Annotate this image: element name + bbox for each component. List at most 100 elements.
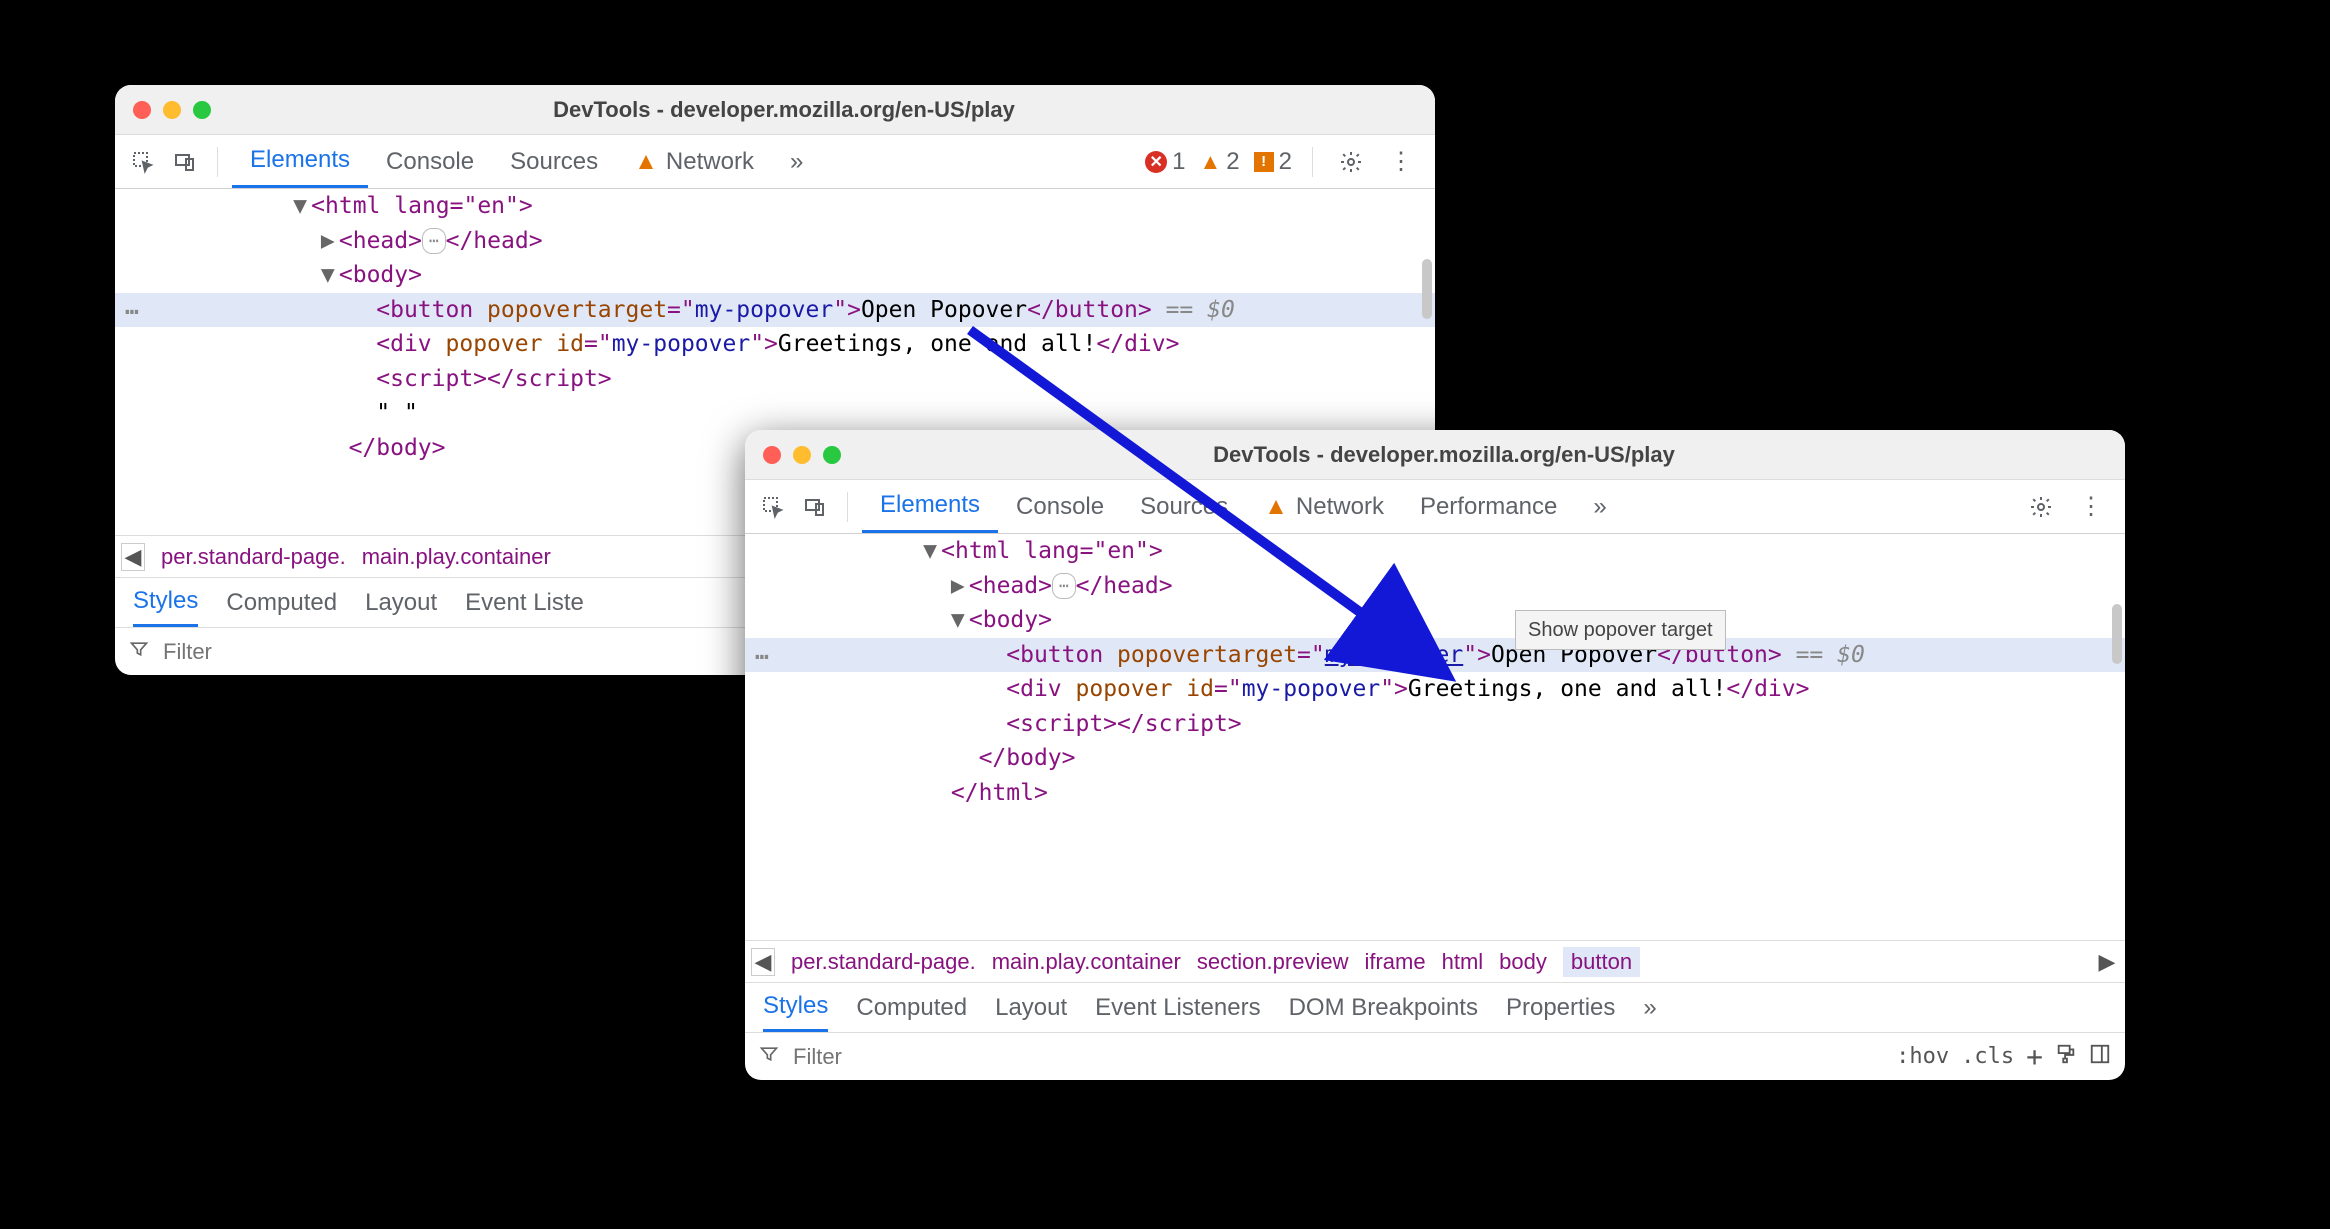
breadcrumb-item[interactable]: per.standard-page. <box>791 949 976 975</box>
breadcrumb-scroll-left[interactable]: ◀ <box>121 543 145 571</box>
filter-input[interactable] <box>791 1043 1884 1071</box>
titlebar[interactable]: DevTools - developer.mozilla.org/en-US/p… <box>745 430 2125 480</box>
styles-tab-bar: Styles Computed Layout Event Listeners D… <box>745 982 2125 1032</box>
minimize-button[interactable] <box>793 446 811 464</box>
head-open-tag[interactable]: <head> <box>339 228 422 254</box>
tab-properties[interactable]: Properties <box>1506 994 1615 1022</box>
html-open-tag[interactable]: <html lang="en"> <box>941 538 1163 564</box>
hov-toggle[interactable]: :hov <box>1896 1044 1949 1069</box>
tab-network[interactable]: ▲ Network <box>1246 480 1402 533</box>
titlebar[interactable]: DevTools - developer.mozilla.org/en-US/p… <box>115 85 1435 135</box>
tab-event-listeners[interactable]: Event Liste <box>465 589 584 617</box>
new-rule-icon[interactable]: + <box>2026 1040 2043 1073</box>
tab-console[interactable]: Console <box>998 480 1122 533</box>
cls-toggle[interactable]: .cls <box>1961 1044 2014 1069</box>
inspect-icon[interactable] <box>755 489 791 525</box>
main-toolbar: Elements Console Sources ▲ Network Perfo… <box>745 480 2125 534</box>
tab-layout[interactable]: Layout <box>365 589 437 617</box>
scrollbar-thumb[interactable] <box>2112 604 2122 664</box>
tab-performance[interactable]: Performance <box>1402 480 1575 533</box>
styles-tabs-overflow[interactable]: » <box>1643 994 1656 1022</box>
selected-button-node[interactable]: <button popovertarget="my-popover">Open … <box>745 638 2125 673</box>
tab-network[interactable]: ▲ Network <box>616 135 772 188</box>
div-node[interactable]: <div popover id="my-popover">Greetings, … <box>745 672 2125 707</box>
breadcrumb-bar: ◀ per.standard-page. main.play.container… <box>745 940 2125 982</box>
device-toggle-icon[interactable] <box>167 144 203 180</box>
gear-icon[interactable] <box>2023 489 2059 525</box>
warning-icon: ▲ <box>1264 493 1288 521</box>
tabs-overflow[interactable]: » <box>772 135 821 188</box>
breadcrumb-item[interactable]: body <box>1499 949 1547 975</box>
maximize-button[interactable] <box>193 101 211 119</box>
device-toggle-icon[interactable] <box>797 489 833 525</box>
breadcrumb-scroll-left[interactable]: ◀ <box>751 948 775 976</box>
main-toolbar: Elements Console Sources ▲ Network » ✕1 … <box>115 135 1435 189</box>
tab-dom-breakpoints[interactable]: DOM Breakpoints <box>1289 994 1478 1022</box>
body-close-tag[interactable]: </body> <box>979 745 1076 771</box>
dom-tree[interactable]: ▼<html lang="en"> ▶<head>⋯</head> ▼<body… <box>745 534 2125 940</box>
script-node[interactable]: <script></script> <box>745 707 2125 742</box>
kebab-icon[interactable]: ⋮ <box>2073 489 2109 525</box>
tab-sources[interactable]: Sources <box>1122 480 1246 533</box>
tab-console[interactable]: Console <box>368 135 492 188</box>
selected-button-node[interactable]: <button popovertarget="my-popover">Open … <box>115 293 1435 328</box>
filter-icon <box>759 1044 779 1070</box>
tab-styles[interactable]: Styles <box>763 983 828 1032</box>
gutter-ellipsis-icon[interactable]: ⋯ <box>125 295 141 330</box>
tab-sources[interactable]: Sources <box>492 135 616 188</box>
tab-elements[interactable]: Elements <box>862 480 998 533</box>
tab-network-label: Network <box>1296 493 1384 521</box>
head-ellipsis[interactable]: ⋯ <box>422 228 446 254</box>
maximize-button[interactable] <box>823 446 841 464</box>
head-ellipsis[interactable]: ⋯ <box>1052 573 1076 599</box>
breadcrumb-item[interactable]: html <box>1442 949 1484 975</box>
warning-badge[interactable]: ▲2 <box>1200 148 1240 176</box>
filter-bar: :hov .cls + <box>745 1032 2125 1080</box>
breadcrumb-scroll-right[interactable]: ▶ <box>2095 948 2119 976</box>
text-node[interactable]: " " <box>115 396 1435 431</box>
breadcrumb-item[interactable]: iframe <box>1364 949 1425 975</box>
scrollbar-thumb[interactable] <box>1422 259 1432 319</box>
head-close-tag: </head> <box>1076 573 1173 599</box>
breadcrumb-item[interactable]: section.preview <box>1197 949 1349 975</box>
head-open-tag[interactable]: <head> <box>969 573 1052 599</box>
close-button[interactable] <box>763 446 781 464</box>
tab-layout[interactable]: Layout <box>995 994 1067 1022</box>
body-open-tag[interactable]: <body> <box>339 262 422 288</box>
paint-icon[interactable] <box>2055 1043 2077 1071</box>
tabs-overflow[interactable]: » <box>1575 480 1624 533</box>
gutter-ellipsis-icon[interactable]: ⋯ <box>755 640 771 675</box>
kebab-icon[interactable]: ⋮ <box>1383 144 1419 180</box>
warning-icon: ▲ <box>634 148 658 176</box>
filter-icon <box>129 639 149 665</box>
tooltip: Show popover target <box>1515 610 1726 650</box>
popover-target-link[interactable]: my-popover <box>1325 642 1463 668</box>
gear-icon[interactable] <box>1333 144 1369 180</box>
computed-sidebar-icon[interactable] <box>2089 1043 2111 1071</box>
tab-elements[interactable]: Elements <box>232 135 368 188</box>
error-badge[interactable]: ✕1 <box>1145 148 1185 176</box>
tab-computed[interactable]: Computed <box>856 994 967 1022</box>
breadcrumb-item-selected[interactable]: button <box>1563 947 1640 977</box>
close-button[interactable] <box>133 101 151 119</box>
issues-badge[interactable]: !2 <box>1254 148 1292 176</box>
html-close-tag[interactable]: </html> <box>951 780 1048 806</box>
window-title: DevTools - developer.mozilla.org/en-US/p… <box>841 442 2047 468</box>
html-open-tag[interactable]: <html lang="en"> <box>311 193 533 219</box>
body-open-tag[interactable]: <body> <box>969 607 1052 633</box>
script-node[interactable]: <script></script> <box>115 362 1435 397</box>
tab-event-listeners[interactable]: Event Listeners <box>1095 994 1260 1022</box>
div-node[interactable]: <div popover id="my-popover">Greetings, … <box>115 327 1435 362</box>
window-title: DevTools - developer.mozilla.org/en-US/p… <box>211 97 1357 123</box>
breadcrumb-item[interactable]: main.play.container <box>992 949 1181 975</box>
inspect-icon[interactable] <box>125 144 161 180</box>
head-close-tag: </head> <box>446 228 543 254</box>
body-close-tag[interactable]: </body> <box>349 435 446 461</box>
tab-computed[interactable]: Computed <box>226 589 337 617</box>
breadcrumb-item[interactable]: main.play.container <box>362 544 551 570</box>
minimize-button[interactable] <box>163 101 181 119</box>
devtools-window-2: DevTools - developer.mozilla.org/en-US/p… <box>745 430 2125 1080</box>
breadcrumb-item[interactable]: per.standard-page. <box>161 544 346 570</box>
tab-styles[interactable]: Styles <box>133 578 198 627</box>
tab-network-label: Network <box>666 148 754 176</box>
